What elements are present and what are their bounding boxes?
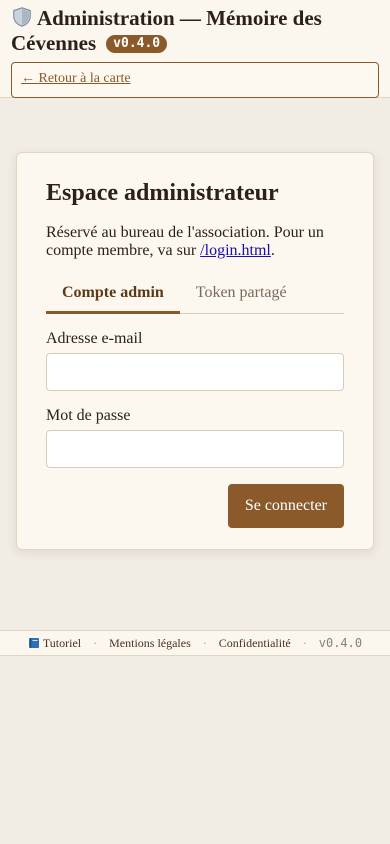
login-button[interactable]: Se connecter: [227, 484, 344, 528]
email-field[interactable]: [46, 353, 344, 391]
footer: Tutoriel · Mentions légales · Confidenti…: [0, 630, 390, 656]
footer-version: v0.4.0: [318, 636, 363, 650]
back-link-box: ← Retour à la carte: [11, 62, 379, 98]
version-badge: v0.4.0: [106, 35, 168, 53]
top-header: Administration — Mémoire des Cévennes v0.…: [0, 0, 390, 98]
footer-link-tutorial[interactable]: Tutoriel: [43, 636, 81, 651]
page-title-row: Administration — Mémoire des Cévennes v0.…: [11, 6, 379, 56]
member-login-link[interactable]: /login.html: [200, 242, 271, 259]
tab-admin-account[interactable]: Compte admin: [46, 274, 180, 314]
intro-text-end: .: [270, 242, 275, 259]
footer-separator: ·: [93, 635, 98, 650]
password-field[interactable]: [46, 430, 344, 468]
submit-row: Se connecter: [46, 484, 344, 528]
back-to-map-link[interactable]: ← Retour à la carte: [21, 71, 131, 86]
email-label: Adresse e-mail: [46, 330, 143, 347]
login-heading: Espace administrateur: [46, 180, 279, 206]
login-tabs: Compte admin Token partagé: [46, 274, 344, 314]
password-label: Mot de passe: [46, 407, 131, 424]
shield-icon: [13, 7, 31, 27]
book-icon: [28, 638, 39, 648]
intro-text: Réservé au bureau de l'association. Pour…: [46, 224, 344, 260]
footer-separator: ·: [202, 635, 207, 650]
footer-separator: ·: [302, 635, 307, 650]
tab-shared-token[interactable]: Token partagé: [180, 274, 303, 313]
footer-link-privacy[interactable]: Confidentialité: [219, 636, 291, 651]
intro-text-body: Réservé au bureau de l'association. Pour…: [46, 224, 324, 259]
page-title: Administration — Mémoire des Cévennes: [11, 6, 322, 55]
login-card: Espace administrateur Réservé au bureau …: [16, 152, 374, 550]
footer-link-legal[interactable]: Mentions légales: [109, 636, 191, 651]
